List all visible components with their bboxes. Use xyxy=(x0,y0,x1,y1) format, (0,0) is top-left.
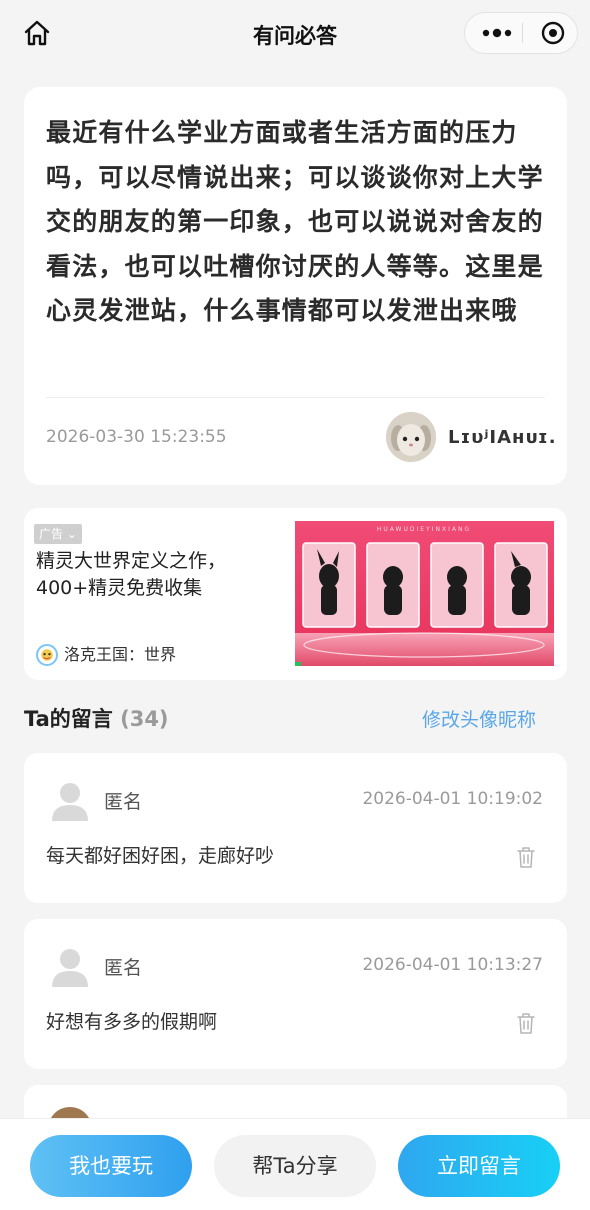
rabbit-avatar-icon xyxy=(386,412,436,462)
question-time: 2026-03-30 15:23:55 xyxy=(46,427,227,447)
author-name[interactable]: LɪυʲIAʜᴜɪ. xyxy=(448,427,557,448)
message-text: 每天都好困好困，走廊好吵 xyxy=(46,845,275,867)
message-time: 2026-04-01 10:13:27 xyxy=(362,955,543,975)
target-circle-icon[interactable] xyxy=(533,13,573,53)
ad-tag[interactable]: 广告 ⌄ xyxy=(34,524,82,544)
message-card: 匿名 2026-04-01 10:13:27 好想有多多的假期啊 xyxy=(24,919,567,1069)
bottom-action-bar: 我也要玩 帮Ta分享 立即留言 xyxy=(0,1118,590,1210)
question-card: 最近有什么学业方面或者生活方面的压力吗，可以尽情说出来；可以谈谈你对上大学交的朋… xyxy=(24,87,567,485)
author-avatar[interactable] xyxy=(386,412,436,462)
ad-card[interactable]: 广告 ⌄ 精灵大世界定义之作，400+精灵免费收集 洛克王国：世界 HUAWUD… xyxy=(24,508,567,680)
anonymous-avatar-icon xyxy=(52,949,88,987)
leave-message-button[interactable]: 立即留言 xyxy=(398,1135,560,1197)
message-card: 匿名 2026-04-01 10:19:02 每天都好困好困，走廊好吵 xyxy=(24,753,567,903)
ad-tag-label: 广告 xyxy=(39,527,64,541)
edit-avatar-nickname-link[interactable]: 修改头像昵称 xyxy=(422,705,536,732)
message-text: 好想有多多的假期啊 xyxy=(46,1011,218,1033)
ad-title[interactable]: 精灵大世界定义之作，400+精灵免费收集 xyxy=(36,548,284,602)
messages-header: Ta的留言 (34) xyxy=(24,703,169,733)
ad-brand[interactable]: 洛克王国：世界 xyxy=(64,644,176,666)
messages-title: Ta的留言 xyxy=(24,707,113,731)
ad-banner-image[interactable]: HUAWUDIEYINXIANG xyxy=(295,521,554,666)
ad-banner-text: HUAWUDIEYINXIANG xyxy=(377,526,471,533)
more-dots-icon[interactable] xyxy=(477,13,517,53)
game-logo-icon xyxy=(36,644,58,666)
message-time: 2026-04-01 10:19:02 xyxy=(362,789,543,809)
messages-count: (34) xyxy=(120,707,169,731)
share-button[interactable]: 帮Ta分享 xyxy=(214,1135,376,1197)
anonymous-avatar-icon xyxy=(52,783,88,821)
message-author: 匿名 xyxy=(104,791,143,813)
trash-icon[interactable] xyxy=(515,845,537,869)
mini-program-capsule xyxy=(464,12,578,54)
capsule-divider xyxy=(522,23,523,43)
play-too-button[interactable]: 我也要玩 xyxy=(30,1135,192,1197)
question-text: 最近有什么学业方面或者生活方面的压力吗，可以尽情说出来；可以谈谈你对上大学交的朋… xyxy=(46,118,544,325)
divider xyxy=(46,397,545,398)
message-author: 匿名 xyxy=(104,957,143,979)
nav-bar: 有问必答 xyxy=(0,0,590,68)
trash-icon[interactable] xyxy=(515,1011,537,1035)
